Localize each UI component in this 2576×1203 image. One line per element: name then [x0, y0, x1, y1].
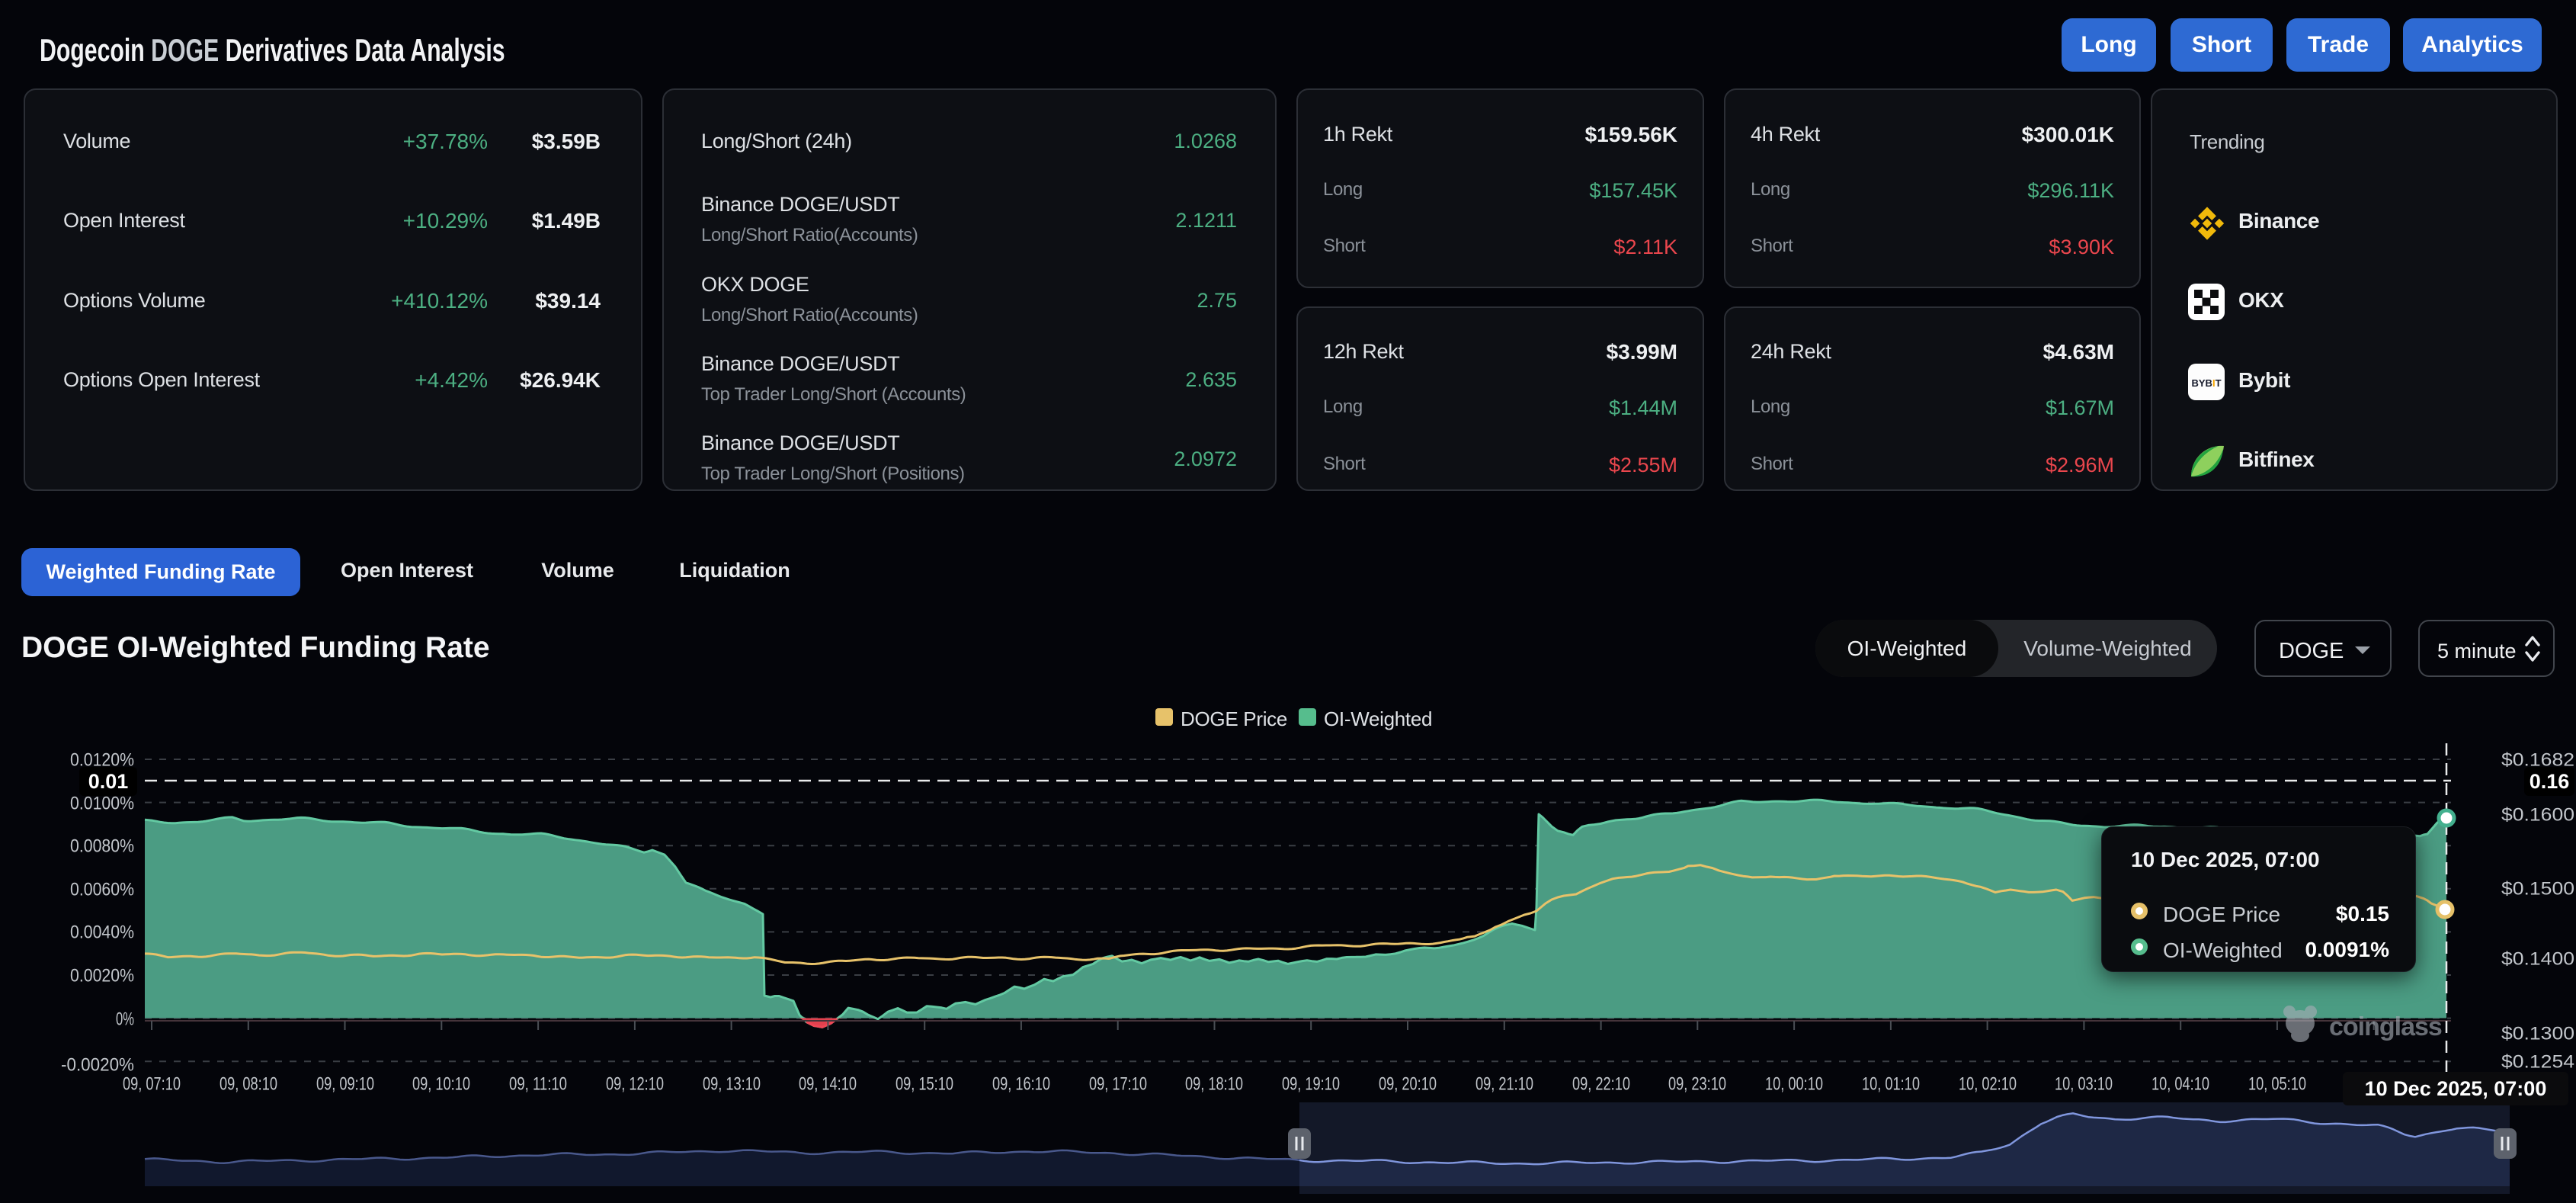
svg-text:09, 14:10: 09, 14:10: [799, 1073, 857, 1094]
svg-text:10, 04:10: 10, 04:10: [2151, 1073, 2209, 1094]
svg-text:10, 05:10: 10, 05:10: [2248, 1073, 2306, 1094]
svg-text:09, 15:10: 09, 15:10: [896, 1073, 953, 1094]
svg-text:09, 07:10: 09, 07:10: [123, 1073, 181, 1094]
svg-text:09, 21:10: 09, 21:10: [1475, 1073, 1533, 1094]
svg-text:0.0060%: 0.0060%: [70, 879, 134, 900]
svg-text:09, 11:10: 09, 11:10: [509, 1073, 567, 1094]
svg-text:10, 02:10: 10, 02:10: [1959, 1073, 2017, 1094]
svg-text:10, 00:10: 10, 00:10: [1765, 1073, 1823, 1094]
svg-text:09, 16:10: 09, 16:10: [992, 1073, 1050, 1094]
svg-text:$0.1400: $0.1400: [2501, 948, 2574, 969]
svg-text:0.0080%: 0.0080%: [70, 836, 134, 856]
svg-text:09, 20:10: 09, 20:10: [1379, 1073, 1437, 1094]
svg-text:09, 12:10: 09, 12:10: [606, 1073, 664, 1094]
svg-text:09, 19:10: 09, 19:10: [1282, 1073, 1340, 1094]
svg-text:09, 09:10: 09, 09:10: [316, 1073, 374, 1094]
svg-text:09, 17:10: 09, 17:10: [1089, 1073, 1147, 1094]
svg-text:09, 18:10: 09, 18:10: [1185, 1073, 1243, 1094]
svg-text:0%: 0%: [116, 1009, 134, 1029]
svg-text:09, 23:10: 09, 23:10: [1668, 1073, 1726, 1094]
svg-text:0.0100%: 0.0100%: [70, 793, 134, 813]
svg-text:-0.0020%: -0.0020%: [61, 1054, 134, 1075]
svg-text:0.0040%: 0.0040%: [70, 922, 134, 942]
svg-text:10, 03:10: 10, 03:10: [2055, 1073, 2113, 1094]
svg-text:coinglass: coinglass: [2329, 1012, 2442, 1041]
svg-text:09, 08:10: 09, 08:10: [219, 1073, 277, 1094]
svg-text:09, 10:10: 09, 10:10: [412, 1073, 470, 1094]
svg-text:09, 13:10: 09, 13:10: [703, 1073, 761, 1094]
svg-text:$0.1254: $0.1254: [2501, 1051, 2574, 1072]
svg-text:09, 22:10: 09, 22:10: [1572, 1073, 1630, 1094]
svg-text:$0.1500: $0.1500: [2501, 878, 2574, 899]
svg-text:0.0020%: 0.0020%: [70, 965, 134, 986]
svg-text:$0.1300: $0.1300: [2501, 1023, 2574, 1044]
svg-text:$0.1600: $0.1600: [2501, 804, 2574, 825]
svg-text:10, 01:10: 10, 01:10: [1862, 1073, 1920, 1094]
